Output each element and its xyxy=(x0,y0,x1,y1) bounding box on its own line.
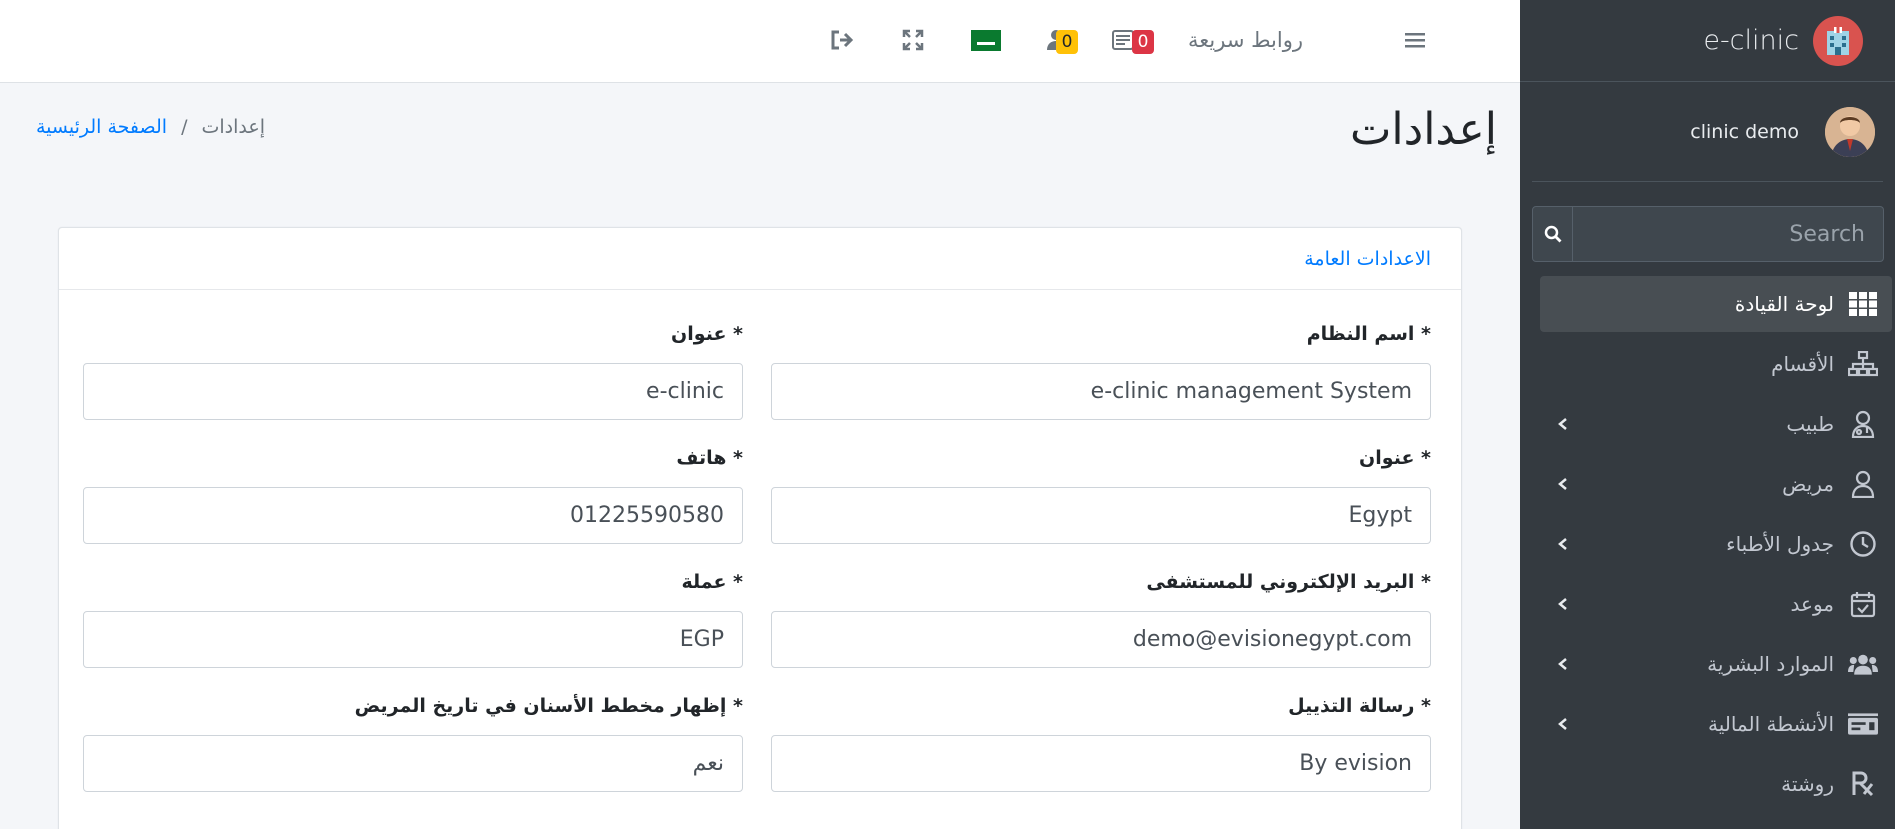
card-header: الاعدادات العامة xyxy=(59,228,1461,290)
user-icon xyxy=(1848,469,1878,499)
users-notification-button[interactable]: 0 xyxy=(1046,20,1078,60)
sidebar-item-label: روشتة xyxy=(1781,772,1834,796)
brand-link[interactable]: e-clinic xyxy=(1520,0,1895,82)
chevron-left-icon xyxy=(1558,598,1567,610)
system-name-field: اسم النظام * xyxy=(771,323,1431,420)
footer-message-input[interactable] xyxy=(771,735,1431,792)
fullscreen-button[interactable] xyxy=(902,20,924,60)
money-check-icon xyxy=(1848,709,1878,739)
top-navbar: 0 0 روابط سريعة xyxy=(0,0,1520,83)
brand-name: e-clinic xyxy=(1703,25,1799,56)
footer-message-field: رسالة التذييل * xyxy=(771,695,1431,792)
title-input[interactable] xyxy=(83,363,743,420)
sidebar-item-doctor[interactable]: طبيب xyxy=(1540,396,1892,452)
doctor-icon xyxy=(1848,409,1878,439)
phone-label: هاتف * xyxy=(676,447,743,469)
address-field: عنوان * xyxy=(771,447,1431,544)
email-label: البريد الإلكتروني للمستشفى * xyxy=(1146,571,1431,593)
sidebar-item-label: مريض xyxy=(1782,472,1834,496)
sidebar-item-appointment[interactable]: موعد xyxy=(1540,576,1892,632)
sidebar-item-label: طبيب xyxy=(1786,412,1834,436)
dental-chart-field: إظهار مخطط الأسنان في تاريخ المريض * xyxy=(83,695,743,792)
avatar xyxy=(1825,106,1875,157)
system-name-input[interactable] xyxy=(771,363,1431,420)
list-alt-icon xyxy=(1112,30,1134,50)
prescription-icon xyxy=(1848,769,1878,799)
sidebar-item-hr[interactable]: الموارد البشرية xyxy=(1540,636,1892,692)
sidebar-item-label: الموارد البشرية xyxy=(1707,652,1834,676)
chevron-left-icon xyxy=(1558,478,1567,490)
messages-notification-button[interactable]: 0 xyxy=(1112,20,1154,60)
clock-icon xyxy=(1848,529,1878,559)
sidebar-item-doctor-schedule[interactable]: جدول الأطباء xyxy=(1540,516,1892,572)
hospital-logo-icon xyxy=(1813,15,1863,66)
card-title: الاعدادات العامة xyxy=(1304,247,1431,270)
sidebar-item-label: الأنشطة المالية xyxy=(1707,712,1834,736)
footer-message-label: رسالة التذييل * xyxy=(1288,695,1431,717)
chevron-left-icon xyxy=(1558,418,1567,430)
chevron-left-icon xyxy=(1558,718,1567,730)
dental-chart-label: إظهار مخطط الأسنان في تاريخ المريض * xyxy=(354,695,743,717)
breadcrumb-separator: / xyxy=(181,116,188,138)
sign-out-icon xyxy=(831,30,854,50)
sidebar-nav: لوحة القيادة الأقسام طبيب مريض جدول الأط… xyxy=(1540,276,1892,816)
search-icon xyxy=(1544,225,1561,243)
grid-icon xyxy=(1848,289,1878,319)
saudi-flag-icon xyxy=(971,29,1001,51)
sidebar-item-prescription[interactable]: روشتة xyxy=(1540,756,1892,812)
sidebar-search xyxy=(1532,206,1884,262)
breadcrumb-home-link[interactable]: الصفحة الرئيسية xyxy=(36,116,167,138)
email-field: البريد الإلكتروني للمستشفى * xyxy=(771,571,1431,668)
messages-count-badge: 0 xyxy=(1132,30,1154,54)
currency-field: عملة * xyxy=(83,571,743,668)
sidebar-item-label: لوحة القيادة xyxy=(1734,292,1834,316)
sidebar-item-label: الأقسام xyxy=(1771,352,1834,376)
sitemap-icon xyxy=(1848,349,1878,379)
chevron-left-icon xyxy=(1558,658,1567,670)
users-count-badge: 0 xyxy=(1056,30,1078,54)
sidebar-item-financial[interactable]: الأنشطة المالية xyxy=(1540,696,1892,752)
user-panel[interactable]: clinic demo xyxy=(1532,82,1883,182)
breadcrumb: الصفحة الرئيسية / إعدادات xyxy=(36,116,265,138)
sidebar: e-clinic clinic demo لوحة القيادة الأقسا… xyxy=(1520,0,1895,829)
title-field: عنوان * xyxy=(83,323,743,420)
page-title: إعدادات xyxy=(1349,104,1497,155)
breadcrumb-current: إعدادات xyxy=(201,116,266,138)
phone-input[interactable] xyxy=(83,487,743,544)
currency-input[interactable] xyxy=(83,611,743,668)
search-input[interactable] xyxy=(1573,206,1884,262)
expand-icon xyxy=(902,29,924,51)
sidebar-toggle-button[interactable] xyxy=(1404,20,1426,60)
bars-icon xyxy=(1405,33,1425,48)
address-label: عنوان * xyxy=(1359,447,1431,469)
general-settings-card: الاعدادات العامة اسم النظام * عنوان * عن… xyxy=(58,227,1462,829)
title-label: عنوان * xyxy=(671,323,743,345)
chevron-left-icon xyxy=(1558,538,1567,550)
calendar-check-icon xyxy=(1848,589,1878,619)
users-icon xyxy=(1848,649,1878,679)
dental-chart-select[interactable] xyxy=(83,735,743,792)
currency-label: عملة * xyxy=(681,571,743,593)
phone-field: هاتف * xyxy=(83,447,743,544)
sidebar-item-label: جدول الأطباء xyxy=(1726,532,1834,556)
sidebar-item-dashboard[interactable]: لوحة القيادة xyxy=(1540,276,1892,332)
logout-button[interactable] xyxy=(830,20,854,60)
address-input[interactable] xyxy=(771,487,1431,544)
email-input[interactable] xyxy=(771,611,1431,668)
search-button[interactable] xyxy=(1532,206,1573,262)
language-button[interactable] xyxy=(971,20,1001,60)
sidebar-item-departments[interactable]: الأقسام xyxy=(1540,336,1892,392)
sidebar-item-patient[interactable]: مريض xyxy=(1540,456,1892,512)
quick-links-menu[interactable]: روابط سريعة xyxy=(1188,20,1303,60)
system-name-label: اسم النظام * xyxy=(1306,323,1431,345)
user-name: clinic demo xyxy=(1690,120,1799,143)
sidebar-item-label: موعد xyxy=(1790,592,1834,616)
